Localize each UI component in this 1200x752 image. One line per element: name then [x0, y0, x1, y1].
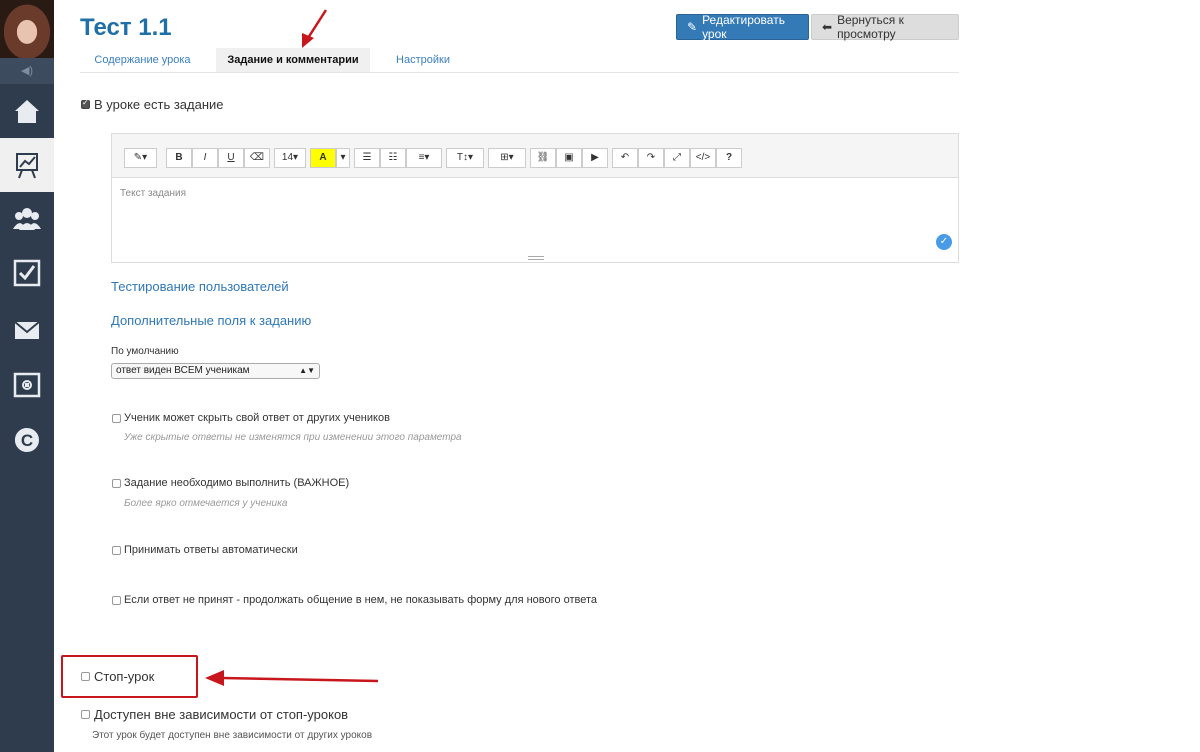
- mail-icon[interactable]: [0, 303, 54, 357]
- editor-toolbar: ✎▾ B I U ⌫ 14▾ A ▾ ☰ ☷ ≡▾ T↕▾ ⊞▾ ⛓ ▣ ▶ ↶…: [112, 134, 958, 178]
- eraser-icon[interactable]: ⌫: [244, 148, 270, 168]
- independent-label: Доступен вне зависимости от стоп-уроков: [94, 707, 349, 722]
- bold-button[interactable]: B: [166, 148, 192, 168]
- edit-lesson-button[interactable]: ✎ Редактировать урок: [676, 13, 809, 41]
- back-to-view-label: Вернуться к просмотру: [837, 13, 904, 41]
- align-icon[interactable]: ≡▾: [406, 148, 442, 168]
- select-arrows-icon: ▲▼: [299, 366, 315, 375]
- has-task-checkbox[interactable]: [81, 98, 90, 109]
- undo-icon[interactable]: ↶: [612, 148, 638, 168]
- answer-visibility-select[interactable]: ответ виден ВСЕМ ученикам ▲▼: [111, 363, 320, 379]
- image-icon[interactable]: ▣: [556, 148, 582, 168]
- color-dropdown-icon[interactable]: ▾: [336, 148, 350, 168]
- sidebar: ◀) C: [0, 0, 54, 752]
- has-task-label: В уроке есть задание: [94, 97, 224, 112]
- important-task-hint: Более ярко отмечается у ученика: [124, 498, 288, 509]
- continue-dialog-label: Если ответ не принят - продолжать общени…: [124, 594, 597, 606]
- safe-icon[interactable]: [0, 358, 54, 412]
- home-icon[interactable]: [0, 84, 54, 138]
- independent-checkbox[interactable]: [81, 710, 90, 719]
- arrow-left-icon: ⬅: [822, 20, 833, 34]
- arrow-to-stop-lesson: [205, 670, 379, 686]
- edit-lesson-label: Редактировать урок: [702, 13, 785, 41]
- important-task-label: Задание необходимо выполнить (ВАЖНОЕ): [124, 477, 350, 489]
- arrow-to-tab: [302, 9, 328, 48]
- redo-icon[interactable]: ↷: [638, 148, 664, 168]
- sound-icon[interactable]: ◀): [0, 58, 54, 84]
- back-to-view-button[interactable]: ⬅ Вернуться к просмотру: [811, 13, 959, 41]
- users-testing-link[interactable]: Тестирование пользователей: [111, 279, 289, 294]
- answer-visibility-value: ответ виден ВСЕМ ученикам: [116, 365, 250, 376]
- important-task-checkbox[interactable]: [112, 479, 121, 488]
- svg-text:C: C: [21, 431, 33, 450]
- chart-board-icon[interactable]: [0, 138, 54, 192]
- tab-lesson-content[interactable]: Содержание урока: [80, 48, 205, 72]
- auto-accept-checkbox[interactable]: [112, 546, 121, 555]
- page-title: Тест 1.1: [80, 14, 172, 41]
- video-icon[interactable]: ▶: [582, 148, 608, 168]
- text-color-icon[interactable]: A: [310, 148, 336, 168]
- tab-settings[interactable]: Настройки: [380, 48, 466, 72]
- check-circle-icon: ✓: [936, 234, 952, 250]
- independent-hint: Этот урок будет доступен вне зависимости…: [92, 730, 373, 741]
- link-icon[interactable]: ⛓: [530, 148, 556, 168]
- font-size-select[interactable]: 14▾: [274, 148, 306, 168]
- avatar[interactable]: [0, 0, 54, 58]
- code-view-icon[interactable]: </>: [690, 148, 716, 168]
- underline-button[interactable]: U: [218, 148, 244, 168]
- line-height-icon[interactable]: T↕▾: [446, 148, 484, 168]
- help-icon[interactable]: ?: [716, 148, 742, 168]
- can-hide-answer-hint: Уже скрытые ответы не изменятся при изме…: [124, 432, 462, 443]
- can-hide-answer-label: Ученик может скрыть свой ответ от других…: [124, 412, 390, 424]
- italic-button[interactable]: I: [192, 148, 218, 168]
- tab-bar: Содержание урока Задание и комментарии Н…: [80, 48, 959, 73]
- tab-task-comments[interactable]: Задание и комментарии: [216, 48, 370, 72]
- auto-accept-label: Принимать ответы автоматически: [124, 544, 298, 556]
- resize-handle[interactable]: [528, 256, 544, 260]
- continue-dialog-checkbox[interactable]: [112, 596, 121, 605]
- c-chat-icon[interactable]: C: [0, 413, 54, 467]
- stop-lesson-checkbox[interactable]: [81, 672, 90, 681]
- default-visibility-label: По умолчанию: [111, 346, 179, 357]
- magic-wand-icon[interactable]: ✎▾: [124, 148, 157, 168]
- editor-textarea[interactable]: Текст задания: [120, 188, 186, 199]
- numbered-list-icon[interactable]: ☷: [380, 148, 406, 168]
- edit-icon: ✎: [687, 20, 698, 34]
- checkbox-icon[interactable]: [0, 246, 54, 300]
- extra-fields-link[interactable]: Дополнительные поля к заданию: [111, 313, 311, 328]
- can-hide-answer-checkbox[interactable]: [112, 414, 121, 423]
- task-editor: ✎▾ B I U ⌫ 14▾ A ▾ ☰ ☷ ≡▾ T↕▾ ⊞▾ ⛓ ▣ ▶ ↶…: [111, 133, 959, 263]
- stop-lesson-label: Стоп-урок: [94, 669, 155, 684]
- font-size-value: 14: [281, 152, 294, 163]
- users-icon[interactable]: [0, 192, 54, 246]
- table-icon[interactable]: ⊞▾: [488, 148, 526, 168]
- fullscreen-icon[interactable]: ⤢: [664, 148, 690, 168]
- bullet-list-icon[interactable]: ☰: [354, 148, 380, 168]
